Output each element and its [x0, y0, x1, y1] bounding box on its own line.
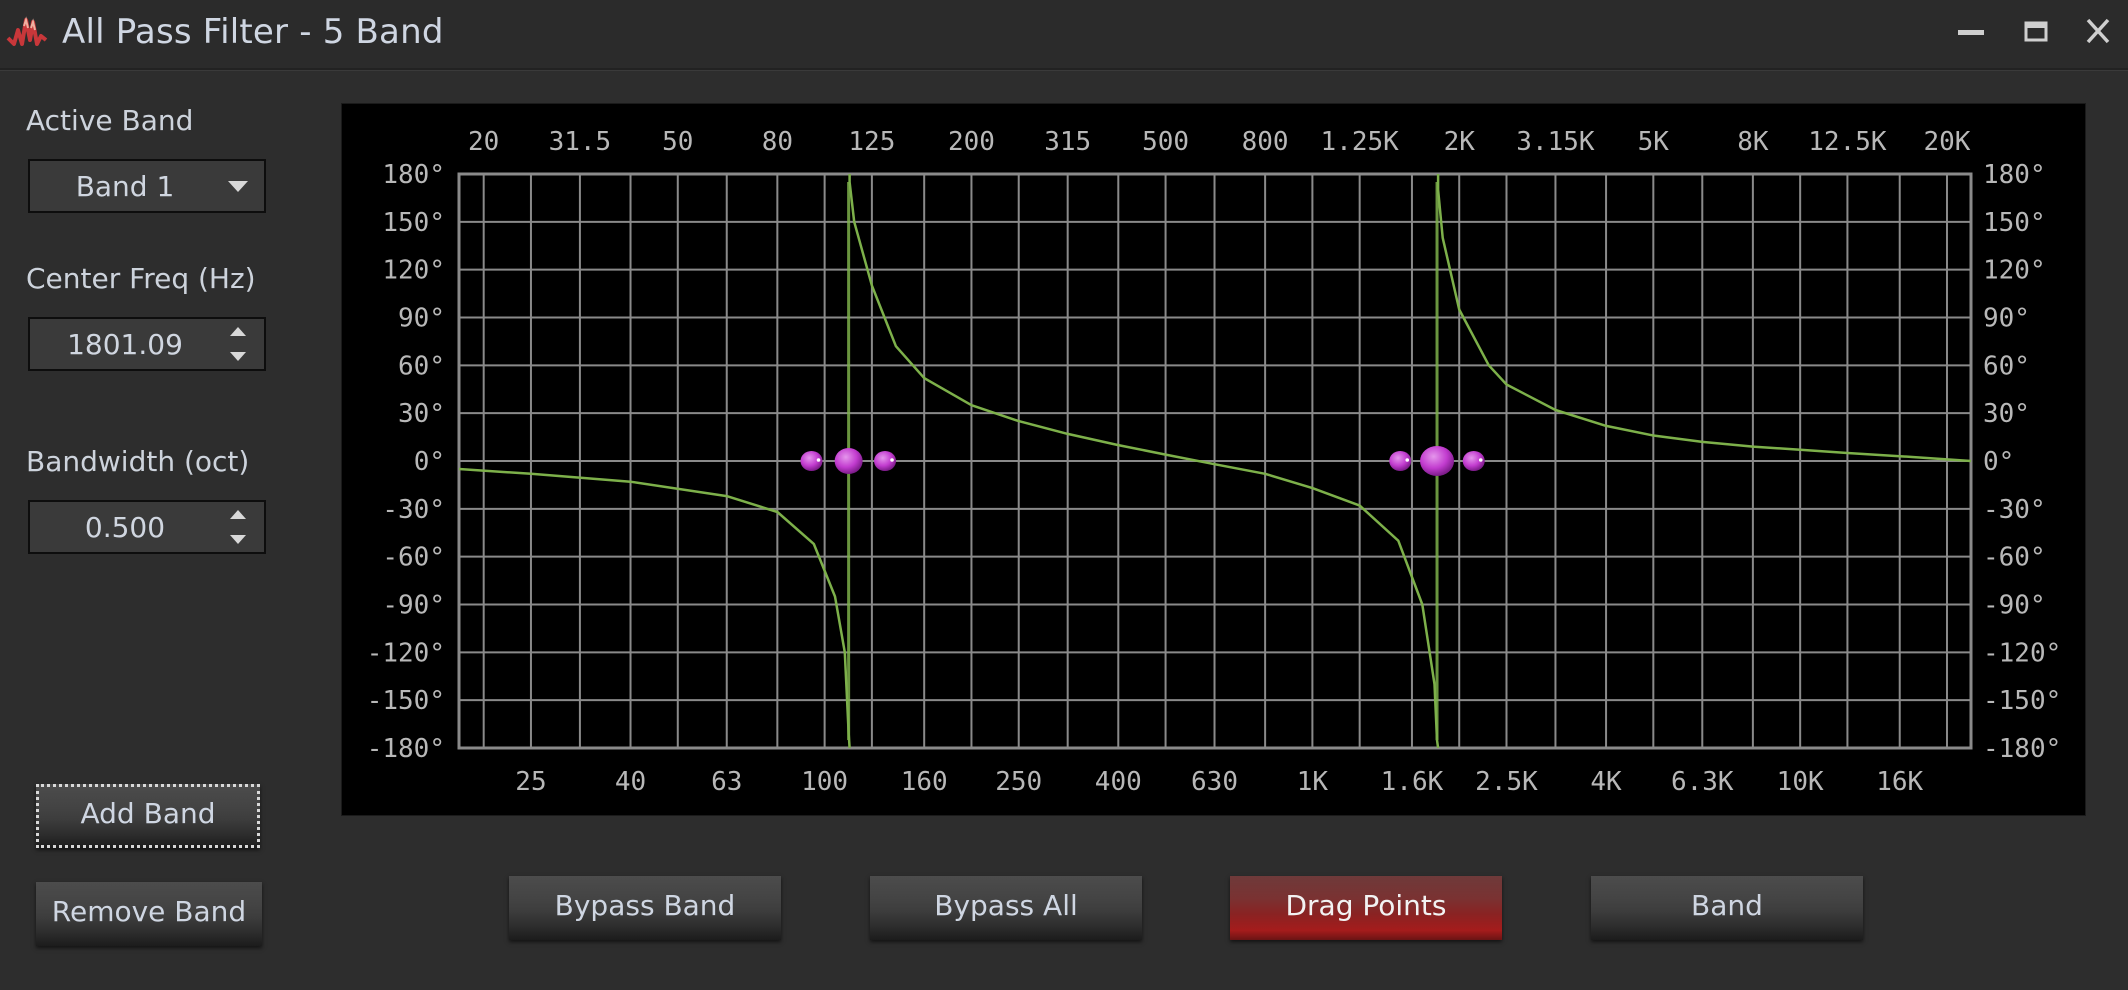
y-tick-label: 0° [1983, 447, 2014, 477]
y-tick-label: -30° [1983, 495, 2046, 525]
top-tick-label: 31.5 [549, 127, 612, 157]
top-tick-label: 800 [1242, 127, 1289, 157]
active-band-label: Active Band [26, 104, 194, 137]
bottom-tick-label: 16K [1876, 767, 1923, 797]
y-tick-label: 30° [398, 399, 445, 429]
top-tick-label: 8K [1737, 127, 1769, 157]
window-title: All Pass Filter - 5 Band [62, 12, 444, 52]
handle-highlight [890, 458, 894, 462]
top-tick-label: 2K [1444, 127, 1476, 157]
y-tick-label: -180° [1983, 734, 2061, 764]
y-tick-label: 180° [382, 160, 445, 190]
y-tick-label: -60° [1983, 543, 2046, 573]
chevron-down-icon[interactable] [228, 181, 248, 192]
remove-band-button[interactable]: Remove Band [36, 882, 262, 946]
top-tick-label: 5K [1638, 127, 1670, 157]
active-band-value: Band 1 [75, 170, 175, 203]
left-y-tick-labels: 180° 150° 120° 90° 60° 30° 0° -30° -60° -90° -120°… [367, 160, 445, 764]
handle-highlight [816, 458, 821, 462]
y-tick-label: -90° [1983, 591, 2046, 621]
center-freq-handle[interactable] [834, 448, 863, 474]
y-tick-label: 60° [398, 351, 445, 381]
top-tick-label: 20K [1924, 127, 1971, 157]
y-tick-label: -30° [382, 495, 445, 525]
y-tick-label: -120° [367, 638, 445, 668]
bottom-tick-label: 63 [711, 767, 742, 797]
center-freq-label: Center Freq (Hz) [26, 262, 256, 295]
y-tick-label: 120° [1983, 256, 2046, 286]
top-tick-label: 315 [1044, 127, 1091, 157]
bottom-tick-label: 25 [515, 767, 546, 797]
y-tick-label: 180° [1983, 160, 2046, 190]
top-tick-label: 1.25K [1321, 127, 1400, 157]
y-tick-label: -90° [382, 591, 445, 621]
y-tick-label: -120° [1983, 638, 2061, 668]
bottom-tick-label: 1K [1297, 767, 1329, 797]
bypass-band-button[interactable]: Bypass Band [509, 876, 781, 940]
bandwidth-value[interactable]: 0.500 [30, 511, 220, 544]
bottom-tick-label: 4K [1590, 767, 1622, 797]
band-button[interactable]: Band [1591, 876, 1863, 940]
top-tick-label: 50 [662, 127, 693, 157]
bottom-tick-label: 250 [995, 767, 1042, 797]
minimize-button[interactable] [1950, 14, 1990, 50]
bottom-tick-label: 6.3K [1671, 767, 1734, 797]
maximize-icon [2024, 21, 2048, 42]
bottom-tick-label: 10K [1777, 767, 1824, 797]
active-band-dropdown[interactable]: Band 1 [28, 159, 266, 213]
y-tick-label: 120° [382, 256, 445, 286]
y-tick-label: -180° [367, 734, 445, 764]
bottom-tick-label: 100 [801, 767, 848, 797]
bypass-all-button[interactable]: Bypass All [870, 876, 1142, 940]
bandwidth-input[interactable]: 0.500 [28, 500, 266, 554]
y-tick-label: 90° [1983, 304, 2030, 334]
maximize-button[interactable] [2014, 14, 2054, 50]
title-bar: All Pass Filter - 5 Band [0, 0, 2128, 70]
spin-up-icon[interactable] [230, 510, 246, 519]
right-y-tick-labels: 180° 150° 120° 90° 60° 30° 0° -30° -60° -90° -120°… [1983, 160, 2061, 764]
y-tick-label: -60° [382, 543, 445, 573]
top-tick-label: 125 [848, 127, 895, 157]
y-tick-label: 90° [398, 304, 445, 334]
bottom-tick-label: 630 [1191, 767, 1238, 797]
top-tick-label: 20 [468, 127, 499, 157]
add-band-button[interactable]: Add Band [36, 784, 260, 848]
top-tick-label: 12.5K [1808, 127, 1887, 157]
drag-points-button[interactable]: Drag Points [1230, 876, 1502, 940]
y-tick-label: 150° [1983, 208, 2046, 238]
y-tick-label: 60° [1983, 351, 2030, 381]
spin-down-icon[interactable] [230, 352, 246, 361]
center-freq-input[interactable]: 1801.09 [28, 317, 266, 371]
minimize-icon [1958, 30, 1984, 35]
handle-highlight [1478, 458, 1483, 462]
close-button[interactable] [2078, 14, 2118, 50]
y-tick-label: -150° [1983, 686, 2061, 716]
bandwidth-label: Bandwidth (oct) [26, 445, 250, 478]
top-tick-label: 500 [1142, 127, 1189, 157]
phase-response-chart[interactable]: 20 31.5 50 80 125 200 315 500 800 1.25K 2K 3.15K 5K 8… [341, 103, 2086, 816]
y-tick-label: -150° [367, 686, 445, 716]
handle-highlight [1405, 458, 1410, 462]
top-tick-label: 3.15K [1516, 127, 1595, 157]
bottom-tick-label: 40 [615, 767, 646, 797]
spin-down-icon[interactable] [230, 535, 246, 544]
top-tick-labels: 20 31.5 50 80 125 200 315 500 800 1.25K 2K 3.15K 5K 8… [468, 127, 1971, 157]
bottom-tick-label: 1.6K [1381, 767, 1444, 797]
spin-up-icon[interactable] [230, 327, 246, 336]
close-icon [2086, 18, 2110, 44]
chart-canvas[interactable]: 20 31.5 50 80 125 200 315 500 800 1.25K 2K 3.15K 5K 8… [342, 104, 2085, 815]
center-freq-value[interactable]: 1801.09 [30, 328, 220, 361]
top-tick-label: 80 [762, 127, 793, 157]
bottom-tick-label: 400 [1095, 767, 1142, 797]
y-tick-label: 30° [1983, 399, 2030, 429]
waveform-icon [6, 14, 48, 50]
bottom-tick-labels: 25 40 63 100 160 250 400 630 1K 1.6K 2.5K 4K 6.3K 10K… [515, 767, 1923, 797]
top-tick-label: 200 [948, 127, 995, 157]
center-freq-handle[interactable] [1420, 446, 1455, 476]
y-tick-label: 150° [382, 208, 445, 238]
y-tick-label: 0° [414, 447, 445, 477]
bottom-tick-label: 2.5K [1475, 767, 1538, 797]
bottom-tick-label: 160 [901, 767, 948, 797]
